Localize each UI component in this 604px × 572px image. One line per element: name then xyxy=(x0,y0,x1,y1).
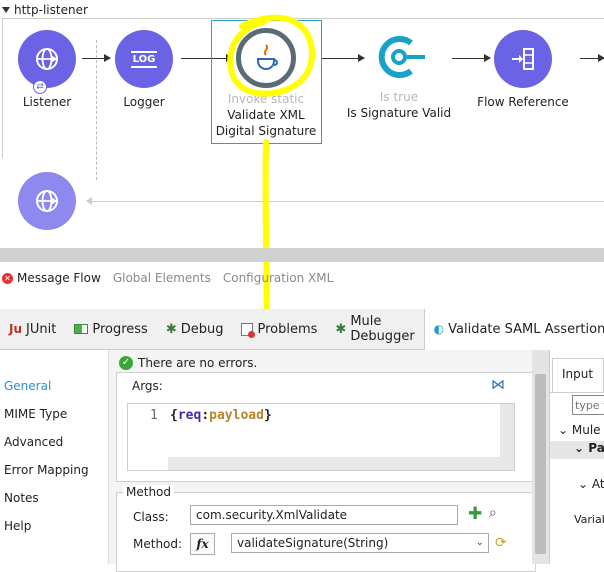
chevron-down-icon: ⌄ xyxy=(475,537,484,548)
tab-configuration-xml[interactable]: Configuration XML xyxy=(223,271,333,285)
tab-junit[interactable]: Ju JUnit xyxy=(0,309,65,350)
collapse-caret-icon[interactable] xyxy=(2,7,10,13)
tab-message-flow[interactable]: ✕ Message Flow xyxy=(2,271,101,285)
node-label: Is Signature Valid xyxy=(346,106,452,120)
tab-validate-saml-assertion[interactable]: ◐ Validate SAML Assertion xyxy=(423,308,604,350)
class-field[interactable]: com.security.XmlValidate xyxy=(190,505,458,525)
add-icon[interactable]: ✚ xyxy=(468,506,482,523)
nav-error-mapping[interactable]: Error Mapping xyxy=(0,456,108,484)
flow-canvas[interactable]: http-listener ⇄ Listener LOG Logger Invo… xyxy=(0,0,604,503)
panel-tabs: Ju JUnit Progress ✱ Debug Problems ✱ Mul… xyxy=(0,308,604,350)
args-editor[interactable]: 1 {req:payload} xyxy=(127,403,515,471)
tab-label: Mule Debugger xyxy=(350,314,415,344)
is-true-node[interactable]: Is true Is Signature Valid xyxy=(344,28,454,121)
validation-icon xyxy=(370,28,428,86)
tab-input[interactable]: Input xyxy=(552,358,604,392)
status-message: ✓ There are no errors. xyxy=(119,356,257,370)
tree-item-variables[interactable]: Variab xyxy=(574,513,604,526)
line-number: 1 xyxy=(150,408,158,423)
properties-form: ✓ There are no errors. Args: ⋈ 1 {req:pa… xyxy=(108,350,549,572)
node-label: Flow Reference xyxy=(477,95,569,109)
tree-item-mule[interactable]: ⌄ Mule xyxy=(558,423,601,437)
status-text: There are no errors. xyxy=(138,356,258,370)
code-key: req xyxy=(177,408,202,423)
listener-node[interactable]: ⇄ Listener xyxy=(0,30,102,110)
properties-nav: General MIME Type Advanced Error Mapping… xyxy=(0,350,108,564)
tab-label: Input xyxy=(562,367,594,381)
tab-mule-debugger[interactable]: ✱ Mule Debugger xyxy=(326,309,423,350)
nav-general[interactable]: General xyxy=(0,372,108,400)
nav-notes[interactable]: Notes xyxy=(0,484,108,512)
refresh-icon[interactable]: ⟳ xyxy=(495,535,507,551)
node-sublabel: Is true xyxy=(379,90,419,104)
code-brace: { xyxy=(170,408,178,423)
tree-label: Mule xyxy=(571,423,601,437)
response-arrow-icon xyxy=(86,197,92,205)
method-select[interactable]: validateSignature(String) ⌄ xyxy=(231,533,489,553)
nav-advanced[interactable]: Advanced xyxy=(0,428,108,456)
args-section: Args: ⋈ 1 {req:payload} xyxy=(116,372,536,482)
reconnect-badge-icon: ⇄ xyxy=(33,80,47,94)
node-label: Logger xyxy=(123,95,165,109)
method-section: Method Class: com.security.XmlValidate ✚… xyxy=(116,485,536,572)
dataweave-map-icon[interactable]: ⋈ xyxy=(491,377,505,393)
error-icon: ✕ xyxy=(2,272,13,284)
globe-icon xyxy=(18,30,76,88)
bug-icon: ✱ xyxy=(165,321,177,337)
error-source-node[interactable] xyxy=(18,172,76,230)
log-text-icon: LOG xyxy=(130,50,158,68)
check-icon: ✓ xyxy=(119,356,133,370)
nav-mime-type[interactable]: MIME Type xyxy=(0,400,108,428)
tab-global-elements[interactable]: Global Elements xyxy=(113,271,211,285)
method-value: validateSignature(String) xyxy=(237,536,389,550)
tree-item-attributes[interactable]: ⌄ At xyxy=(578,477,604,491)
method-section-title: Method xyxy=(123,485,175,499)
code-brace: } xyxy=(263,408,272,423)
editor-hscrollbar[interactable] xyxy=(168,457,502,470)
globe-icon xyxy=(36,190,58,212)
form-scrollbar[interactable] xyxy=(532,350,549,564)
editor-tabs: ✕ Message Flow Global Elements Configura… xyxy=(0,266,604,290)
search-icon[interactable]: ⌕ xyxy=(489,505,497,521)
code-separator: : xyxy=(201,408,210,423)
metadata-tree: ⌄ Mule ⌄ Pa ⌄ At Variab xyxy=(550,392,604,564)
tree-item-payload[interactable]: ⌄ Pa xyxy=(550,441,604,459)
tab-debug[interactable]: ✱ Debug xyxy=(157,309,233,350)
tree-label: Pa xyxy=(588,441,604,455)
problems-icon xyxy=(241,322,256,338)
canvas-horizontal-scrollbar[interactable] xyxy=(0,248,604,262)
editor-scrollbar[interactable] xyxy=(500,404,514,470)
tab-label: Problems xyxy=(257,321,318,337)
tab-problems[interactable]: Problems xyxy=(232,309,326,350)
expression-toggle-button[interactable]: fx xyxy=(190,533,215,555)
flow-arrow xyxy=(580,54,604,62)
logger-node[interactable]: LOG Logger xyxy=(89,30,199,110)
validation-icon: ◐ xyxy=(433,322,445,336)
code-line: {req:payload} xyxy=(170,408,272,423)
progress-icon xyxy=(74,324,89,334)
response-line xyxy=(88,201,604,202)
scroll-thumb[interactable] xyxy=(535,374,546,554)
tab-label: Validate SAML Assertion xyxy=(448,321,604,337)
bug-icon: ✱ xyxy=(335,321,347,337)
class-label: Class: xyxy=(133,510,169,524)
nav-help[interactable]: Help xyxy=(0,512,108,540)
tab-label: Progress xyxy=(92,321,148,337)
tab-label: Debug xyxy=(180,321,224,337)
logger-icon: LOG xyxy=(115,30,173,88)
junit-icon: Ju xyxy=(9,322,23,336)
tab-label: JUnit xyxy=(26,321,57,337)
node-label: Listener xyxy=(22,95,72,109)
tab-label: Message Flow xyxy=(17,271,101,285)
code-value: payload xyxy=(209,408,264,423)
args-label: Args: xyxy=(132,379,163,393)
tree-label: At xyxy=(591,477,604,491)
flow-reference-node[interactable]: Flow Reference xyxy=(468,30,578,110)
tab-progress[interactable]: Progress xyxy=(65,309,156,350)
method-label: Method: xyxy=(133,537,183,551)
flow-title: http-listener xyxy=(14,3,88,17)
metadata-search-input[interactable] xyxy=(572,395,604,415)
flow-reference-icon xyxy=(494,30,552,88)
metadata-panel: Input ⌄ Mule ⌄ Pa ⌄ At Variab xyxy=(549,350,604,564)
